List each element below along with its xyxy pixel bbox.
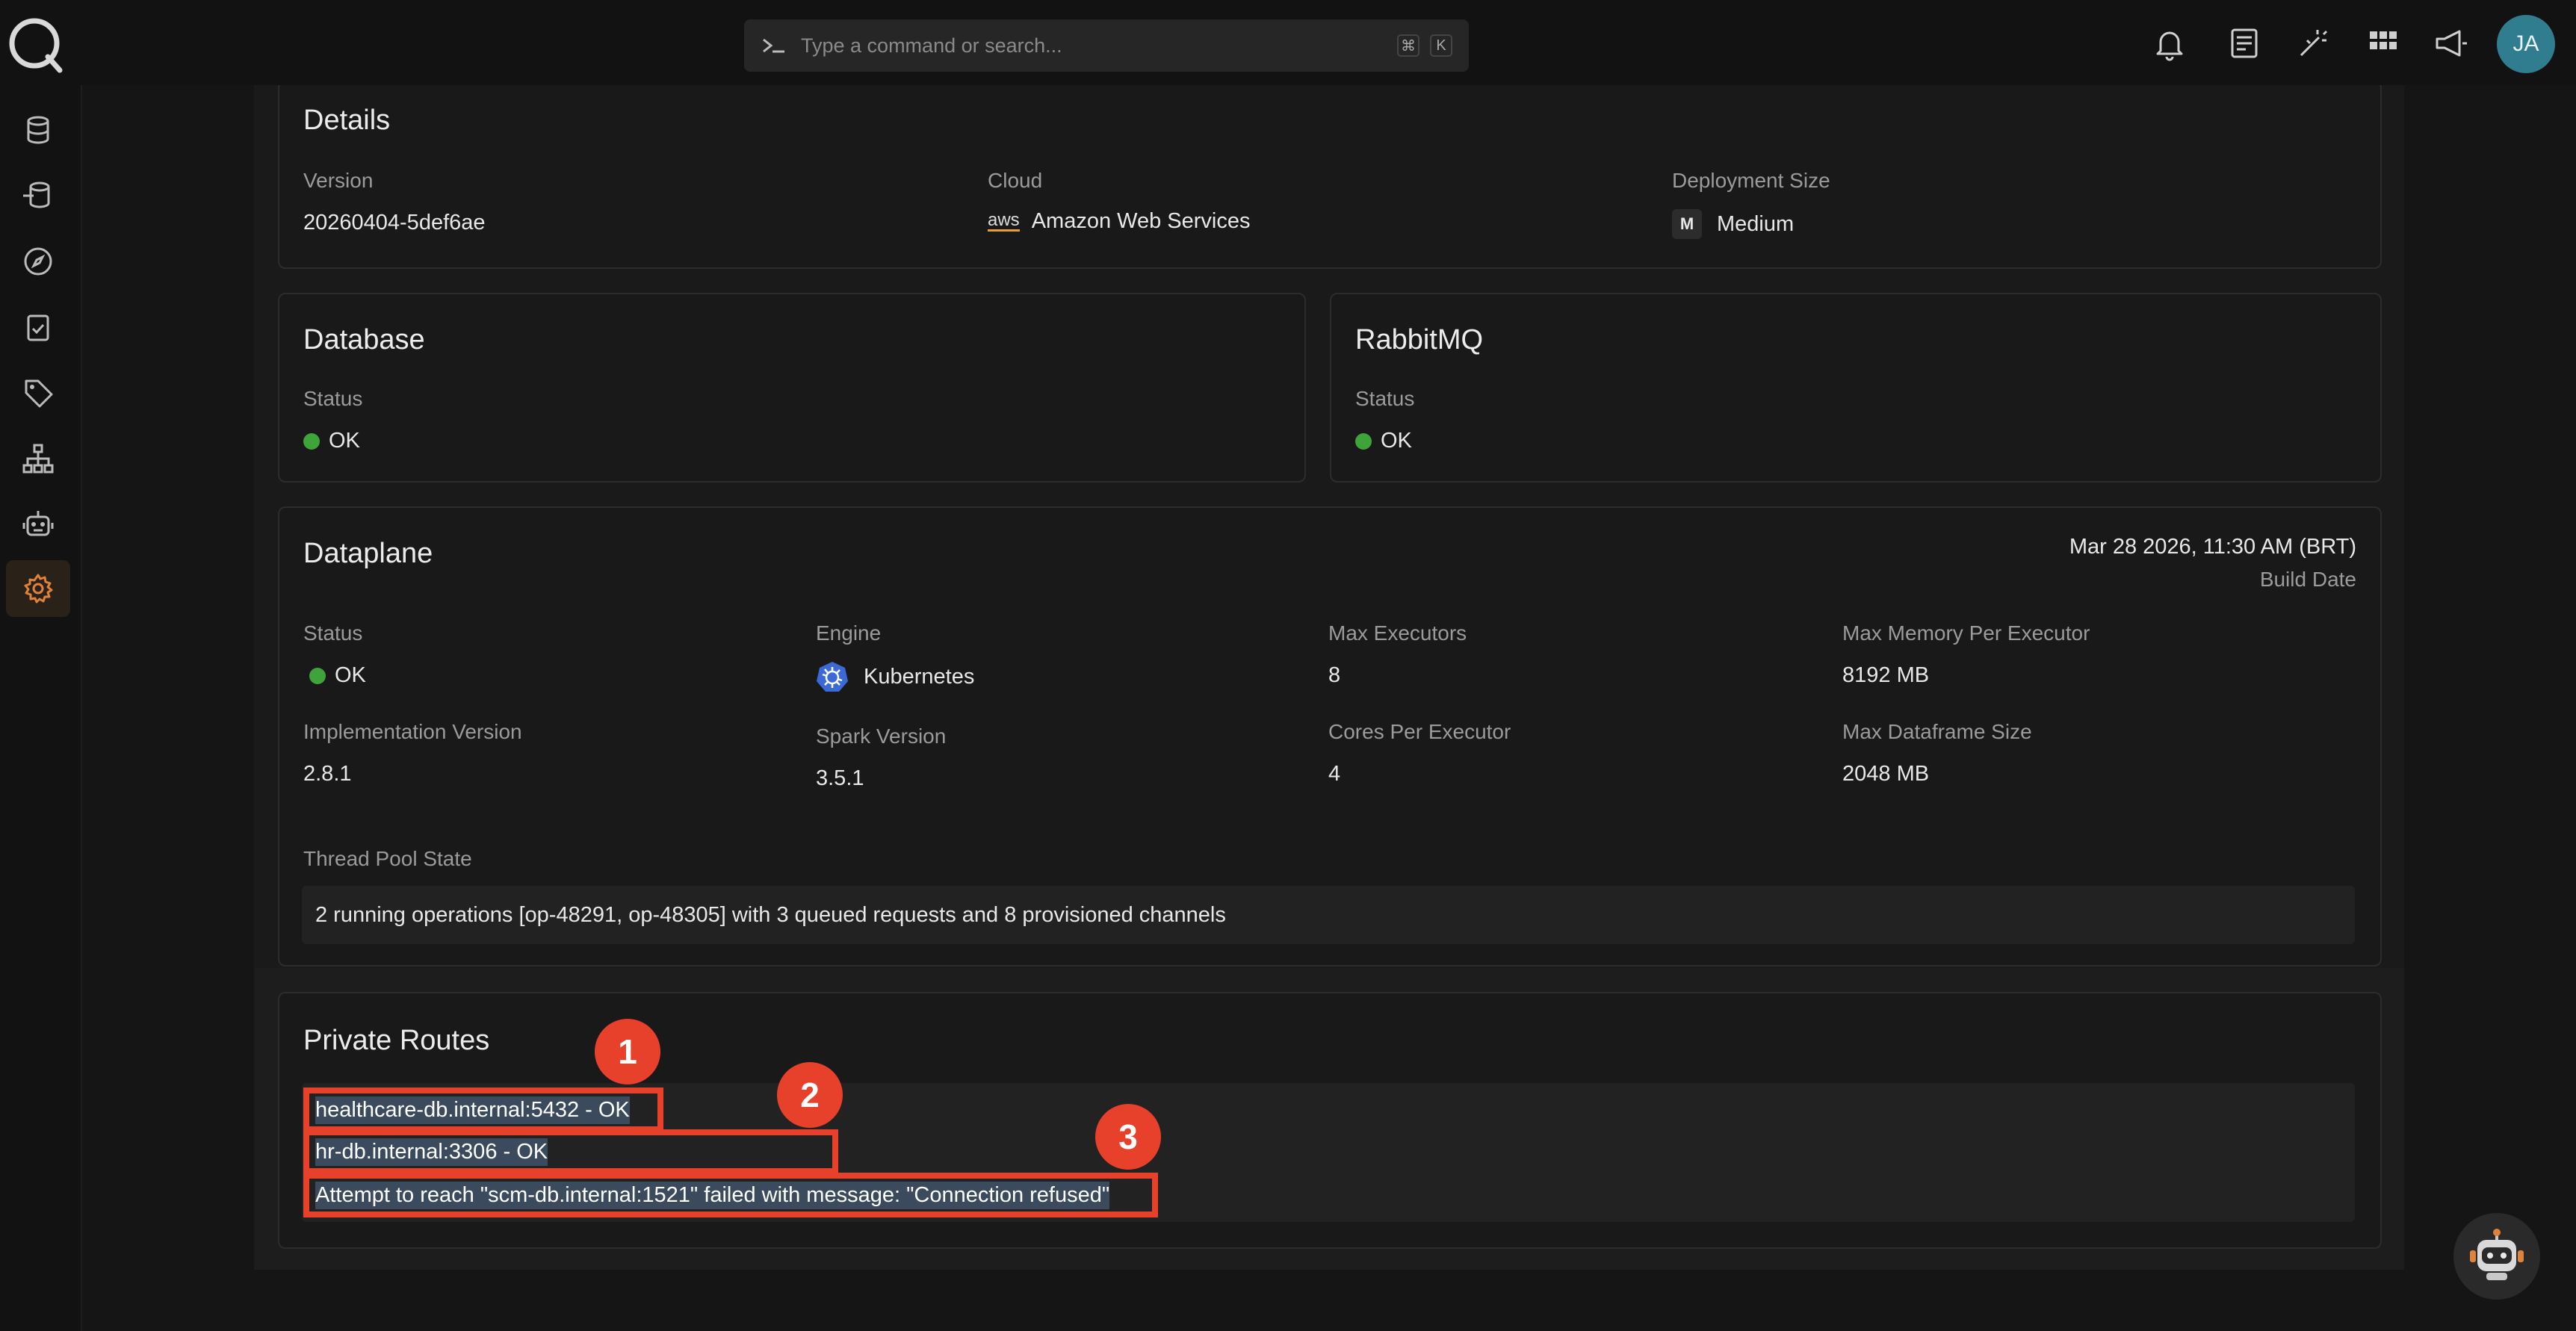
dataplane-status-value: OK	[335, 663, 366, 687]
sidebar-item-agents[interactable]	[6, 496, 70, 553]
tag-icon	[25, 379, 53, 408]
cloud-label: Cloud	[988, 169, 1043, 192]
robot-icon	[22, 511, 54, 536]
engine-label: Engine	[816, 621, 882, 645]
impl-version-value: 2.8.1	[303, 762, 352, 786]
gear-icon	[24, 574, 53, 604]
sidebar-item-tags[interactable]	[6, 364, 70, 421]
deployment-size-row: M Medium	[1672, 209, 1794, 239]
sidebar-item-explore[interactable]	[6, 233, 70, 290]
dataplane-title: Dataplane	[303, 538, 433, 569]
cores-value: 4	[1328, 762, 1341, 786]
database-flow-icon	[23, 182, 50, 208]
sidebar-item-hierarchy[interactable]	[6, 430, 70, 487]
database-icon	[27, 116, 49, 144]
top-bar: Type a command or search... ⌘ K JA	[0, 0, 2576, 85]
apps-grid-icon[interactable]	[2365, 25, 2401, 61]
max-executors-label: Max Executors	[1328, 621, 1467, 645]
magic-wand-icon[interactable]	[2295, 25, 2331, 61]
database-status-label: Status	[303, 387, 363, 410]
cloud-value-row: aws Amazon Web Services	[988, 209, 1251, 234]
route-item-healthcare: healthcare-db.internal:5432 - OK	[303, 1088, 663, 1132]
rabbitmq-status-value: OK	[1381, 429, 1412, 453]
status-ok-dot	[1355, 432, 1372, 450]
max-executors-value: 8	[1328, 663, 1341, 687]
kubernetes-icon	[817, 662, 848, 692]
route-item-scm-error: Attempt to reach "scm-db.internal:1521" …	[303, 1173, 1158, 1217]
rabbitmq-status-label: Status	[1355, 387, 1415, 410]
max-memory-value: 8192 MB	[1842, 663, 1930, 687]
route-text: Attempt to reach "scm-db.internal:1521" …	[315, 1181, 1110, 1209]
spark-version-label: Spark Version	[816, 725, 947, 748]
document-icon[interactable]	[2226, 25, 2262, 61]
cloud-value: Amazon Web Services	[1031, 209, 1251, 233]
impl-version-label: Implementation Version	[303, 720, 522, 743]
thread-pool-label: Thread Pool State	[303, 847, 472, 870]
dataplane-status-label: Status	[303, 621, 363, 645]
rabbitmq-status: OK	[1355, 429, 1412, 453]
clipboard-check-icon	[27, 314, 49, 341]
engine-row: Kubernetes	[816, 660, 974, 693]
command-search-bar[interactable]: Type a command or search... ⌘ K	[744, 19, 1469, 72]
spark-version-value: 3.5.1	[816, 766, 864, 790]
max-dataframe-label: Max Dataframe Size	[1842, 720, 2032, 743]
aws-logo-icon: aws	[988, 210, 1020, 232]
thread-pool-value: 2 running operations [op-48291, op-48305…	[302, 886, 2355, 944]
bell-icon[interactable]	[2152, 25, 2188, 61]
megaphone-icon[interactable]	[2433, 25, 2468, 61]
max-dataframe-value: 2048 MB	[1842, 762, 1930, 786]
app-logo[interactable]	[7, 16, 64, 73]
robot-assistant-icon	[2470, 1229, 2524, 1280]
shortcut-cmd-key: ⌘	[1397, 34, 1419, 57]
build-date-label: Build Date	[2259, 568, 2356, 591]
rabbitmq-title: RabbitMQ	[1355, 324, 1484, 356]
sidebar	[0, 85, 82, 1331]
max-memory-label: Max Memory Per Executor	[1842, 621, 2090, 645]
status-ok-dot	[303, 432, 320, 450]
private-routes-title: Private Routes	[303, 1025, 490, 1056]
shortcut-k-key: K	[1430, 34, 1452, 57]
sidebar-item-pipelines[interactable]	[6, 167, 70, 224]
hierarchy-icon	[22, 444, 54, 474]
size-medium-icon: M	[1672, 209, 1702, 239]
status-ok-dot	[309, 667, 326, 684]
sidebar-item-datasets[interactable]	[6, 102, 70, 158]
assistant-bot-button[interactable]	[2453, 1213, 2540, 1300]
route-item-hr: hr-db.internal:3306 - OK	[303, 1129, 838, 1174]
search-placeholder: Type a command or search...	[801, 34, 1062, 57]
rabbitmq-card: RabbitMQ Status OK	[1330, 293, 2382, 483]
sidebar-item-settings[interactable]	[6, 560, 70, 617]
annotation-badge-2: 2	[777, 1062, 843, 1128]
terminal-prompt-icon	[763, 38, 784, 53]
database-card: Database Status OK	[278, 293, 1306, 483]
details-title: Details	[303, 105, 391, 136]
annotation-badge-1: 1	[595, 1019, 660, 1085]
build-date-value: Mar 28 2026, 11:30 AM (BRT)	[2069, 535, 2356, 559]
deployment-size-label: Deployment Size	[1672, 169, 1830, 192]
sidebar-item-tasks[interactable]	[6, 299, 70, 356]
cores-label: Cores Per Executor	[1328, 720, 1511, 743]
database-status-value: OK	[329, 429, 360, 453]
version-value: 20260404-5def6ae	[303, 211, 486, 235]
annotation-badge-3: 3	[1095, 1104, 1161, 1170]
user-avatar[interactable]: JA	[2497, 15, 2555, 73]
dataplane-status: OK	[309, 663, 366, 688]
compass-icon	[24, 247, 52, 276]
database-status: OK	[303, 429, 360, 453]
engine-value: Kubernetes	[864, 664, 975, 689]
route-text: hr-db.internal:3306 - OK	[315, 1138, 548, 1166]
version-label: Version	[303, 169, 374, 192]
details-card: Details Version 20260404-5def6ae Cloud a…	[278, 81, 2382, 269]
database-title: Database	[303, 324, 425, 356]
deployment-size-value: Medium	[1717, 211, 1795, 236]
route-text: healthcare-db.internal:5432 - OK	[315, 1096, 630, 1124]
